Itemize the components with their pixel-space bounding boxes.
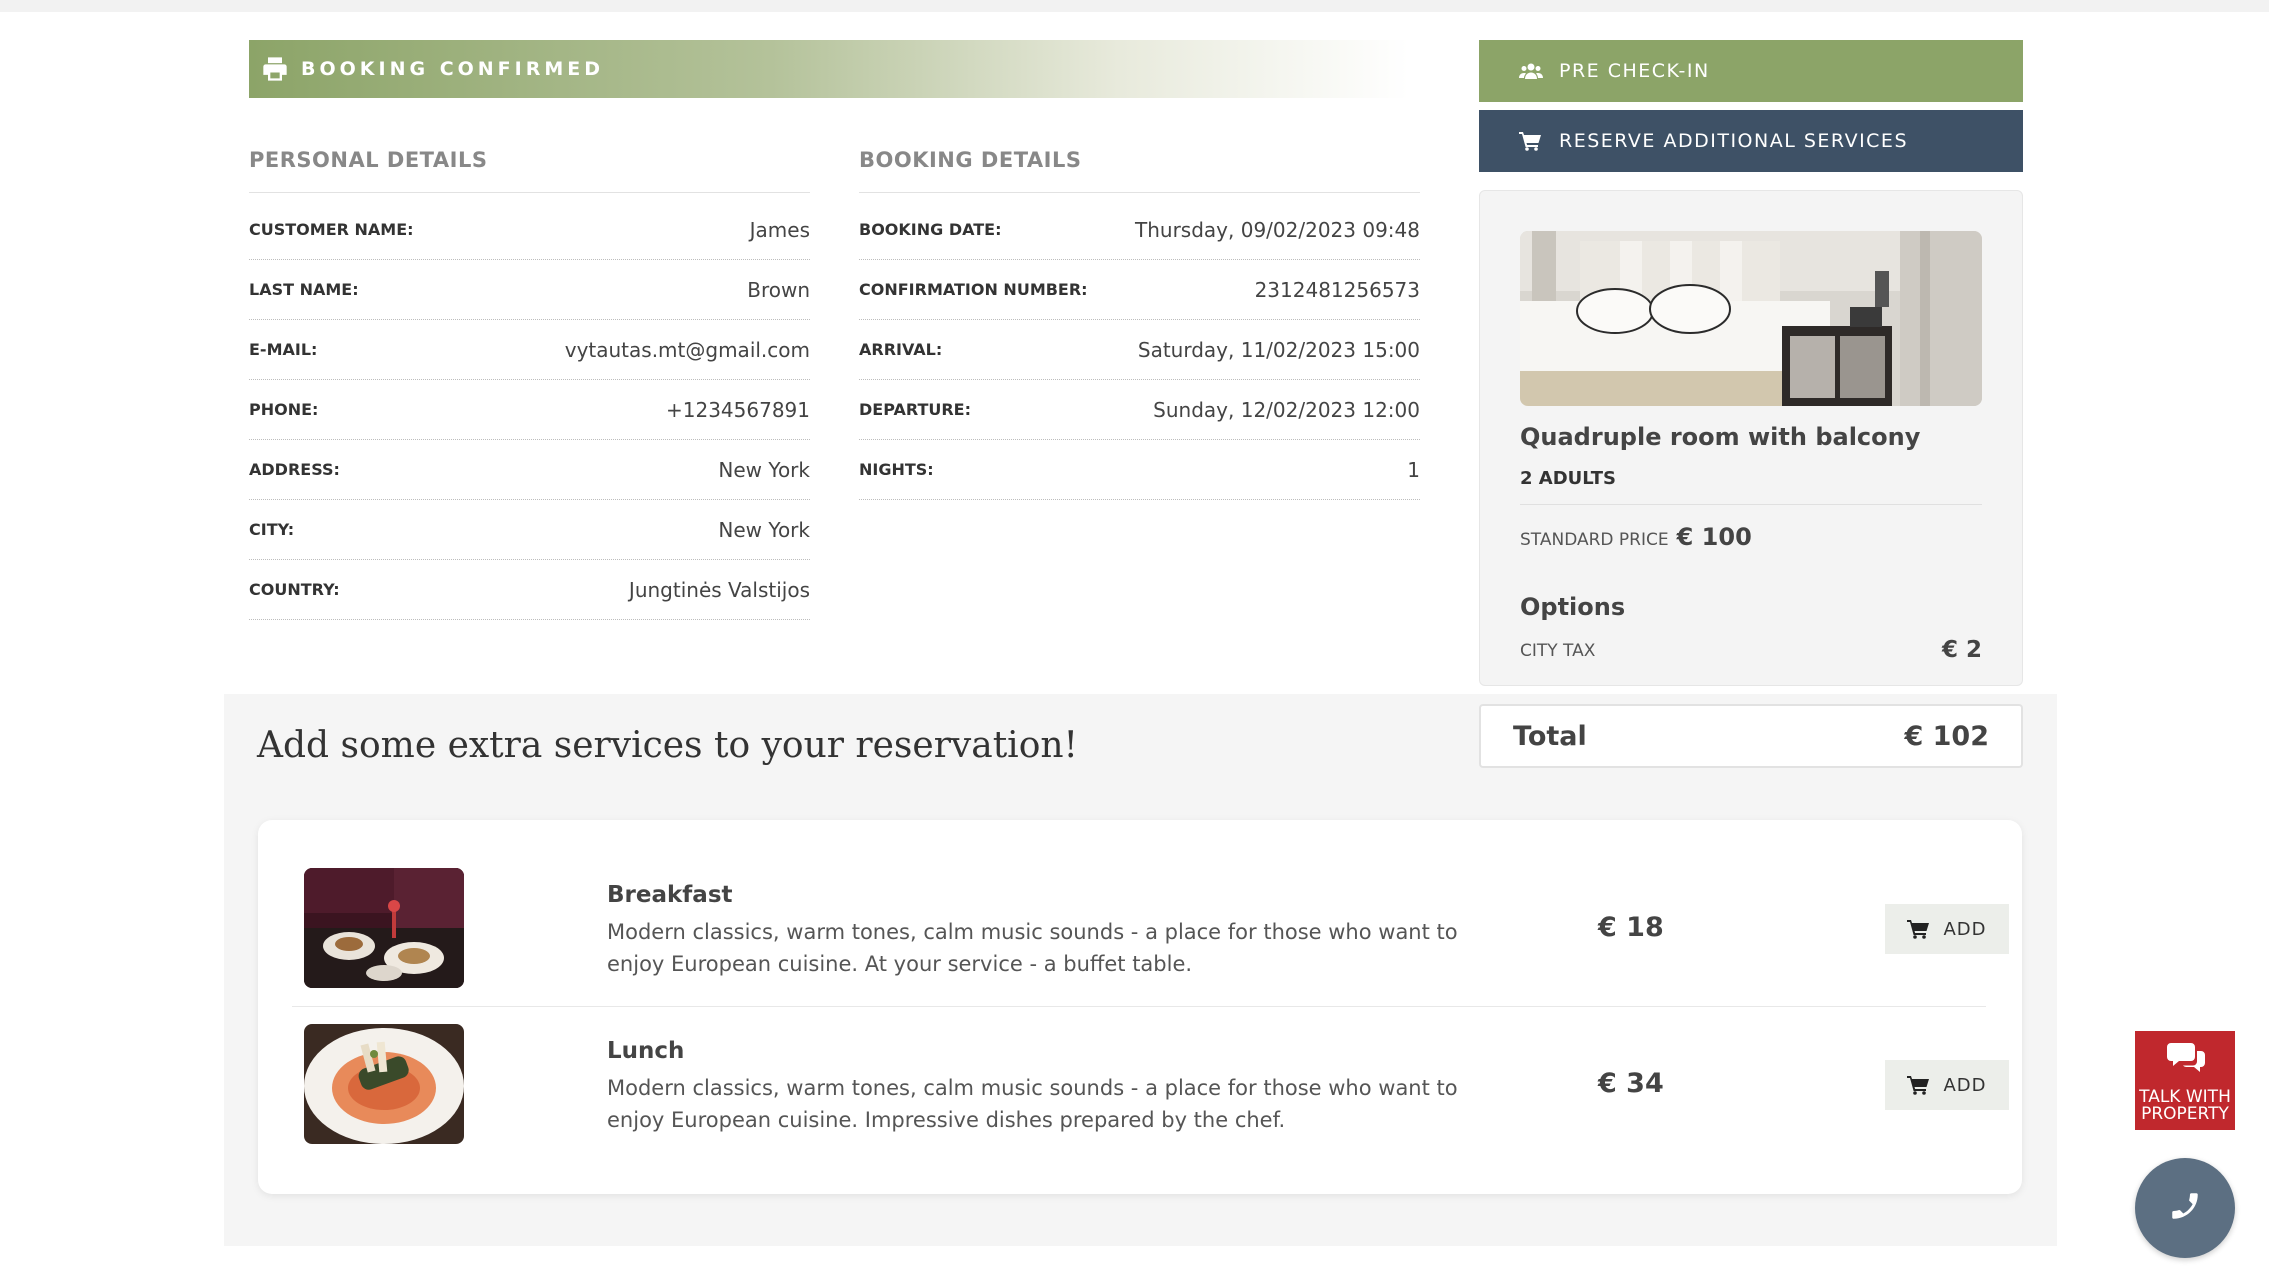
personal-row-phone: PHONE: +1234567891 [249, 380, 810, 440]
booking-row-date: BOOKING DATE: Thursday, 09/02/2023 09:48 [859, 200, 1420, 260]
service-description: Modern classics, warm tones, calm music … [607, 920, 1458, 976]
booking-confirmed-banner: BOOKING CONFIRMED [249, 40, 1409, 98]
row-value: 1 [1407, 457, 1420, 482]
total-box: Total € 102 [1479, 704, 2023, 768]
personal-divider [249, 192, 810, 193]
row-label: COUNTRY: [249, 580, 340, 599]
room-summary-card: Quadruple room with balcony 2 ADULTS STA… [1479, 190, 2023, 686]
breakfast-photo [304, 868, 464, 988]
row-value: James [749, 217, 810, 242]
room-guests: 2 ADULTS [1520, 468, 1617, 489]
lunch-photo [304, 1024, 464, 1144]
cart-icon [1519, 130, 1545, 152]
reserve-services-label: RESERVE ADDITIONAL SERVICES [1559, 130, 1908, 152]
pre-checkin-label: PRE CHECK-IN [1559, 60, 1710, 82]
personal-row-city: CITY: New York [249, 500, 810, 560]
row-value: Jungtinės Valstijos [628, 577, 810, 602]
add-label: ADD [1943, 918, 1987, 940]
personal-row-address: ADDRESS: New York [249, 440, 810, 500]
row-value: New York [718, 457, 810, 482]
service-name: Lunch [607, 1038, 685, 1064]
booking-row-nights: NIGHTS: 1 [859, 440, 1420, 500]
personal-details-title: PERSONAL DETAILS [249, 148, 488, 172]
booking-row-confirmation: CONFIRMATION NUMBER: 2312481256573 [859, 260, 1420, 320]
total-label: Total [1513, 720, 1587, 752]
city-tax-label: CITY TAX [1520, 641, 1596, 661]
cart-icon [1907, 918, 1931, 940]
service-item-breakfast: Breakfast Modern classics, warm tones, c… [292, 868, 2009, 1022]
card-divider [1520, 504, 1982, 505]
row-value: Thursday, 09/02/2023 09:48 [1135, 217, 1420, 242]
reserve-services-button[interactable]: RESERVE ADDITIONAL SERVICES [1479, 110, 2023, 172]
row-value: New York [718, 517, 810, 542]
banner-title: BOOKING CONFIRMED [301, 58, 605, 80]
row-label: LAST NAME: [249, 280, 359, 299]
room-photo [1520, 231, 1982, 406]
services-list: Breakfast Modern classics, warm tones, c… [258, 820, 2022, 1194]
standard-price-label: STANDARD PRICE [1520, 530, 1669, 550]
row-label: BOOKING DATE: [859, 220, 1002, 239]
total-value: € 102 [1904, 720, 1989, 752]
service-item-lunch: Lunch Modern classics, warm tones, calm … [292, 1024, 2009, 1178]
options-title: Options [1520, 593, 1626, 621]
service-name: Breakfast [607, 882, 733, 908]
top-bar [0, 0, 2269, 12]
talk-with-property-button[interactable]: TALK WITH PROPERTY [2135, 1031, 2235, 1130]
row-label: ARRIVAL: [859, 340, 943, 359]
row-label: CONFIRMATION NUMBER: [859, 280, 1088, 299]
extras-title: Add some extra services to your reservat… [257, 725, 1079, 766]
service-divider [292, 1006, 1986, 1007]
row-label: CITY: [249, 520, 295, 539]
service-description: Modern classics, warm tones, calm music … [607, 1076, 1458, 1132]
booking-details-title: BOOKING DETAILS [859, 148, 1082, 172]
printer-icon[interactable] [261, 55, 289, 83]
service-price: € 18 [1598, 912, 1664, 943]
booking-divider [859, 192, 1420, 193]
row-value: Sunday, 12/02/2023 12:00 [1153, 397, 1420, 422]
standard-price: STANDARD PRICE € 100 [1520, 523, 1752, 551]
pre-checkin-button[interactable]: PRE CHECK-IN [1479, 40, 2023, 102]
personal-row-email: E-MAIL: vytautas.mt@gmail.com [249, 320, 810, 380]
personal-row-country: COUNTRY: Jungtinės Valstijos [249, 560, 810, 620]
talk-label: TALK WITH PROPERTY [2139, 1087, 2231, 1124]
personal-row-last-name: LAST NAME: Brown [249, 260, 810, 320]
add-lunch-button[interactable]: ADD [1885, 1060, 2009, 1110]
row-label: NIGHTS: [859, 460, 934, 479]
row-label: DEPARTURE: [859, 400, 972, 419]
row-value: Brown [747, 277, 810, 302]
phone-icon [2168, 1189, 2202, 1227]
room-name: Quadruple room with balcony [1520, 423, 1921, 451]
service-price: € 34 [1598, 1068, 1664, 1099]
add-breakfast-button[interactable]: ADD [1885, 904, 2009, 954]
booking-row-arrival: ARRIVAL: Saturday, 11/02/2023 15:00 [859, 320, 1420, 380]
row-label: E-MAIL: [249, 340, 318, 359]
users-icon [1519, 60, 1545, 82]
standard-price-value: € 100 [1676, 523, 1752, 551]
chat-icon [2167, 1041, 2205, 1075]
row-value: 2312481256573 [1254, 277, 1420, 302]
personal-row-customer-name: CUSTOMER NAME: James [249, 200, 810, 260]
phone-call-button[interactable] [2135, 1158, 2235, 1258]
row-label: ADDRESS: [249, 460, 340, 479]
row-label: PHONE: [249, 400, 319, 419]
add-label: ADD [1943, 1074, 1987, 1096]
row-value: +1234567891 [665, 397, 810, 422]
row-value: vytautas.mt@gmail.com [564, 337, 810, 362]
city-tax-value: € 2 [1941, 637, 1982, 663]
cart-icon [1907, 1074, 1931, 1096]
booking-row-departure: DEPARTURE: Sunday, 12/02/2023 12:00 [859, 380, 1420, 440]
row-value: Saturday, 11/02/2023 15:00 [1137, 337, 1420, 362]
row-label: CUSTOMER NAME: [249, 220, 414, 239]
